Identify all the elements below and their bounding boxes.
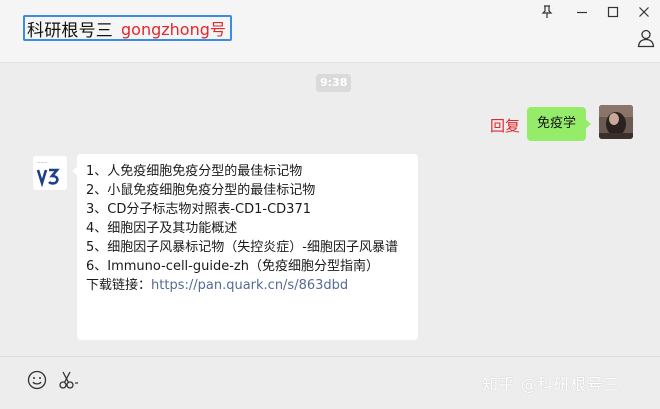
incoming-message-bubble[interactable]: 1、人免疫细胞免疫分型的最佳标记物 2、小鼠免疫细胞免疫分型的最佳标记物 3、C… [72,154,418,340]
close-icon[interactable] [633,2,655,22]
message-line-4: 4、细胞因子及其功能概述 [86,221,238,236]
input-toolbar: 知乎 @科研根号三 [0,356,660,409]
official-account-avatar[interactable]: ~~~ [33,156,67,190]
chat-header: 科研根号三 gongzhong号 [0,0,660,63]
message-line-3: 3、CD分子标志物对照表-CD1-CD371 [86,202,311,217]
download-label: 下载链接： [86,278,152,293]
message-line-2: 2、小鼠免疫细胞免疫分型的最佳标记物 [86,183,316,198]
scissors-icon[interactable] [58,369,80,391]
reply-label: 回复 [490,117,521,135]
message-line-5: 5、细胞因子风暴标记物（失控炎症）-细胞因子风暴谱 [86,240,398,255]
message-list[interactable]: 9:38 回复 免疫学 ~~~ 1、人免疫细胞免疫分型的最佳标记物 2、小鼠免疫… [0,63,660,356]
my-avatar[interactable] [599,105,633,139]
chat-title-suffix: gongzhong号 [121,20,226,39]
message-line-6: 6、Immuno-cell-guide-zh（免疫细胞分型指南） [86,259,379,274]
download-link[interactable]: https://pan.quark.cn/s/863dbd [151,278,348,293]
message-timestamp: 9:38 [316,74,352,92]
minimize-icon[interactable] [571,2,593,22]
pin-icon[interactable] [536,2,558,22]
maximize-icon[interactable] [602,2,624,22]
download-line: 下载链接：https://pan.quark.cn/s/863dbd [86,276,410,295]
message-line-1: 1、人免疫细胞免疫分型的最佳标记物 [86,164,303,179]
zhihu-watermark: 知乎 @科研根号三 [482,375,620,394]
chat-title-box[interactable]: 科研根号三 gongzhong号 [23,15,232,41]
chat-info-person-icon[interactable] [636,28,656,48]
emoji-icon[interactable] [26,369,48,391]
chat-window: 科研根号三 gongzhong号 9:38 回复 免疫学 ~~~ 1、人免疫细胞… [0,0,660,409]
svg-text:~~~: ~~~ [37,160,47,165]
outgoing-message-bubble[interactable]: 免疫学 [527,107,592,141]
chat-title: 科研根号三 [27,20,113,41]
